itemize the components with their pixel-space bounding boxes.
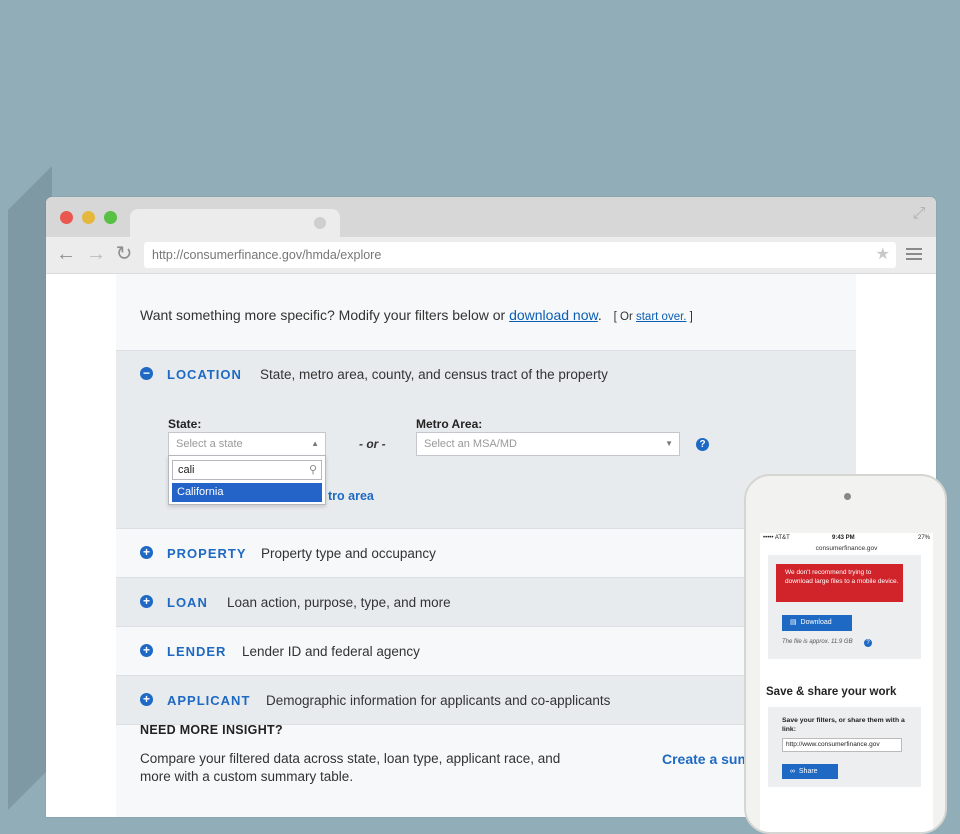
file-size-note: The file is approx. 11.9 GB xyxy=(782,639,853,645)
insight-description: Compare your filtered data across state,… xyxy=(140,751,561,766)
save-share-heading: Save & share your work xyxy=(766,686,897,698)
phone-mockup: ••••• AT&T 9:43 PM 27% consumerfinance.g… xyxy=(744,474,947,834)
fullscreen-icon[interactable]: ⤢ xyxy=(910,205,928,223)
caret-down-icon: ▼ xyxy=(665,439,673,448)
applicant-description: Demographic information for applicants a… xyxy=(266,693,611,708)
start-over-bracket: [ Or start over. ] xyxy=(613,311,693,323)
state-label: State: xyxy=(168,417,202,431)
plus-circle-icon[interactable]: + xyxy=(140,644,153,657)
phone-share-button[interactable]: ∞ Share xyxy=(782,764,838,779)
location-title[interactable]: LOCATION xyxy=(167,367,242,382)
property-description: Property type and occupancy xyxy=(261,546,436,561)
link-icon: ∞ xyxy=(790,768,795,775)
download-now-link[interactable]: download now xyxy=(509,307,598,323)
phone-site-url: consumerfinance.gov xyxy=(815,545,878,552)
intro-text: Want something more specific? Modify you… xyxy=(140,307,693,323)
help-icon[interactable]: ? xyxy=(696,438,709,451)
loan-title[interactable]: LOAN xyxy=(167,595,208,610)
state-dropdown: cali ⚲ California xyxy=(168,455,326,505)
loan-description: Loan action, purpose, type, and more xyxy=(227,595,451,610)
metro-area-select[interactable]: Select an MSA/MD ▼ xyxy=(416,432,680,456)
url-text: http://consumerfinance.gov/hmda/explore xyxy=(152,248,382,262)
plus-circle-icon[interactable]: + xyxy=(140,595,153,608)
phone-help-icon[interactable]: ? xyxy=(864,639,872,647)
close-window-button[interactable] xyxy=(60,211,73,224)
minimize-window-button[interactable] xyxy=(82,211,95,224)
need-more-insight-heading: NEED MORE INSIGHT? xyxy=(140,723,283,737)
phone-screen: ••••• AT&T 9:43 PM 27% consumerfinance.g… xyxy=(760,533,933,832)
share-link-input[interactable]: http://www.consumerfinance.gov xyxy=(782,738,902,752)
maximize-window-button[interactable] xyxy=(104,211,117,224)
caret-up-icon: ▲ xyxy=(311,439,319,448)
forward-arrow-icon[interactable]: → xyxy=(86,244,106,264)
back-arrow-icon[interactable]: ← xyxy=(56,244,76,264)
add-metro-area-link[interactable]: tro area xyxy=(328,489,374,503)
start-over-link[interactable]: start over. xyxy=(636,311,687,323)
save-share-description: Save your filters, or share them with a … xyxy=(782,717,905,733)
mobile-warning-alert: We don't recommend trying to download la… xyxy=(776,564,903,602)
state-search-input[interactable]: cali ⚲ xyxy=(172,460,322,480)
title-bar: ⤢ xyxy=(46,197,936,237)
plus-circle-icon[interactable]: + xyxy=(140,693,153,706)
reload-icon[interactable]: ↻ xyxy=(114,244,134,264)
camera-icon xyxy=(844,493,851,500)
insight-description-line2: more with a custom summary table. xyxy=(140,769,354,784)
or-separator: - or - xyxy=(359,437,386,451)
state-option-california[interactable]: California xyxy=(172,483,322,502)
metro-area-label: Metro Area: xyxy=(416,417,483,431)
browser-menu-icon[interactable] xyxy=(906,245,922,265)
state-select[interactable]: Select a state ▲ xyxy=(168,432,326,456)
file-icon: ▤ xyxy=(790,619,797,626)
lender-description: Lender ID and federal agency xyxy=(242,644,420,659)
tab-close-icon[interactable] xyxy=(314,217,326,229)
phone-status-bar: ••••• AT&T 9:43 PM 27% xyxy=(763,535,930,541)
plus-circle-icon[interactable]: + xyxy=(140,546,153,559)
applicant-title[interactable]: APPLICANT xyxy=(167,693,250,708)
lender-title[interactable]: LENDER xyxy=(167,644,226,659)
create-summary-link[interactable]: Create a sum xyxy=(662,751,750,767)
bookmark-star-icon[interactable]: ★ xyxy=(876,242,890,268)
browser-tab[interactable] xyxy=(130,209,340,237)
search-icon: ⚲ xyxy=(308,464,317,476)
phone-download-button[interactable]: ▤ Download xyxy=(782,615,852,631)
location-description: State, metro area, county, and census tr… xyxy=(260,367,608,382)
browser-toolbar: ← → ↻ http://consumerfinance.gov/hmda/ex… xyxy=(46,237,936,274)
property-title[interactable]: PROPERTY xyxy=(167,546,247,561)
minus-circle-icon[interactable]: − xyxy=(140,367,153,380)
address-bar[interactable]: http://consumerfinance.gov/hmda/explore … xyxy=(144,242,896,268)
